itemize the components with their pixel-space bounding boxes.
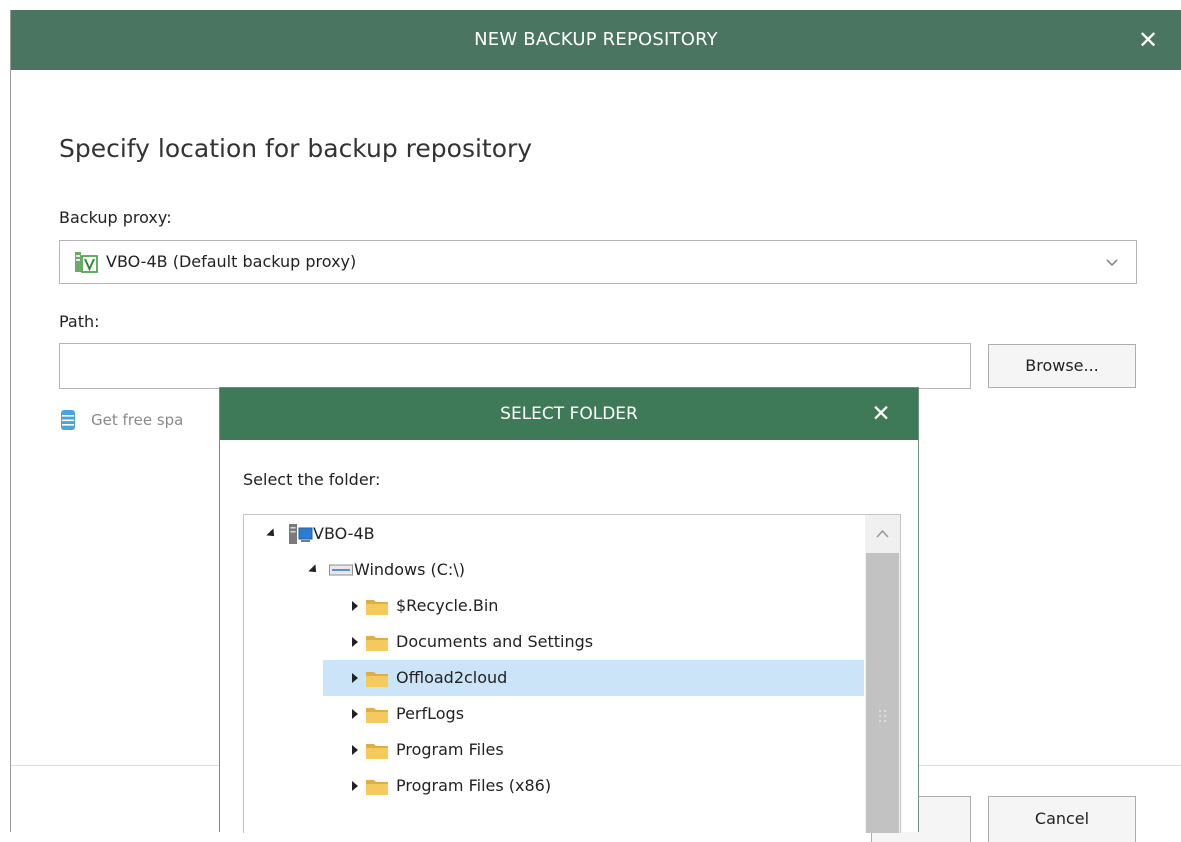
tree-item-vbo-4b[interactable]: VBO-4B <box>244 516 864 552</box>
tree-item-label: Program Files (x86) <box>396 776 552 795</box>
cancel-button[interactable]: Cancel <box>988 796 1136 842</box>
tree-item-label: Documents and Settings <box>396 632 594 651</box>
tree-item-recycle-bin[interactable]: $Recycle.Bin <box>244 588 864 624</box>
server-icon <box>289 524 313 544</box>
tree-item-label: Windows (C:\) <box>354 560 465 579</box>
expand-arrow-icon[interactable] <box>352 709 358 719</box>
tree-item-label: PerfLogs <box>396 704 465 723</box>
tree-item-label: Program Files <box>396 740 504 759</box>
select-folder-title: SELECT FOLDER <box>500 404 638 424</box>
drive-icon <box>329 564 353 576</box>
expand-arrow-icon[interactable] <box>352 601 358 611</box>
select-folder-dialog: SELECT FOLDER ✕ Select the folder: VBO-4… <box>219 387 919 833</box>
expand-arrow-icon[interactable] <box>352 673 358 683</box>
get-free-space-text: Get free spa <box>91 411 184 429</box>
folder-tree[interactable]: VBO-4B Windows (C:\) $Recycle.Bin Docume… <box>243 514 901 833</box>
tree-item-program-files[interactable]: Program Files <box>244 732 864 768</box>
tree-item-label: $Recycle.Bin <box>396 596 499 615</box>
backup-proxy-label: Backup proxy: <box>59 208 172 227</box>
tree-item-perflogs[interactable]: PerfLogs <box>244 696 864 732</box>
expand-arrow-icon[interactable] <box>352 637 358 647</box>
path-label: Path: <box>59 312 100 331</box>
tree-item-program-files-x86[interactable]: Program Files (x86) <box>244 768 864 804</box>
expand-arrow-icon[interactable] <box>308 564 320 576</box>
dialog-titlebar: NEW BACKUP REPOSITORY ✕ <box>11 10 1181 70</box>
folder-icon <box>366 708 388 723</box>
page-heading: Specify location for backup repository <box>59 134 533 163</box>
expand-arrow-icon[interactable] <box>352 745 358 755</box>
chevron-down-icon[interactable] <box>1102 252 1122 272</box>
select-folder-titlebar: SELECT FOLDER ✕ <box>220 388 918 440</box>
expand-arrow-icon[interactable] <box>266 528 278 540</box>
tree-item-windows-drive[interactable]: Windows (C:\) <box>244 552 864 588</box>
scroll-up-icon[interactable] <box>865 515 900 553</box>
path-input[interactable] <box>59 343 971 389</box>
close-icon[interactable]: ✕ <box>868 400 894 428</box>
tree-item-label: Offload2cloud <box>396 668 508 687</box>
expand-arrow-icon[interactable] <box>352 781 358 791</box>
select-folder-prompt: Select the folder: <box>243 470 381 489</box>
folder-icon <box>366 636 388 651</box>
dialog-title: NEW BACKUP REPOSITORY <box>474 29 718 50</box>
folder-icon <box>366 600 388 615</box>
close-icon[interactable]: ✕ <box>1135 26 1161 54</box>
scrollbar-thumb[interactable] <box>866 553 899 833</box>
database-icon <box>61 410 75 430</box>
tree-item-offload2cloud[interactable]: Offload2cloud <box>323 660 864 696</box>
backup-proxy-dropdown[interactable]: VBO-4B (Default backup proxy) <box>59 240 1137 284</box>
backup-proxy-value: VBO-4B (Default backup proxy) <box>106 252 357 271</box>
folder-icon <box>366 744 388 759</box>
browse-button[interactable]: Browse... <box>988 344 1136 388</box>
folder-icon <box>366 780 388 795</box>
tree-item-documents-and-settings[interactable]: Documents and Settings <box>244 624 864 660</box>
proxy-server-icon <box>75 252 98 273</box>
tree-item-label: VBO-4B <box>313 524 375 543</box>
folder-icon <box>366 672 388 687</box>
vertical-scrollbar[interactable] <box>865 515 900 833</box>
grip-icon <box>879 710 886 722</box>
